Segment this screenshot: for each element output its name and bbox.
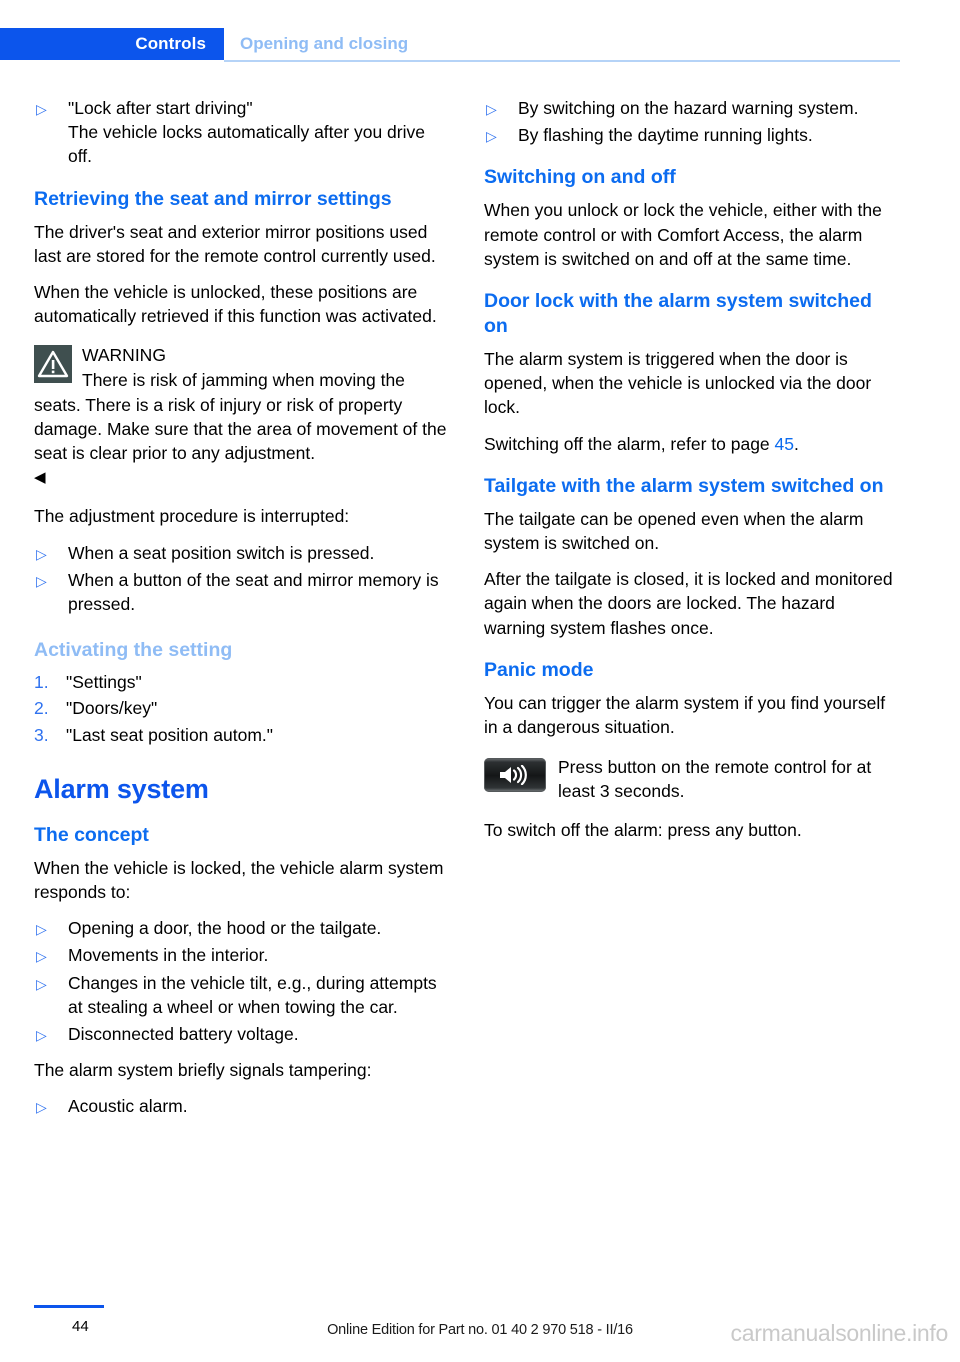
- speaker-sound-icon: [484, 758, 546, 793]
- header-tab-controls[interactable]: Controls: [0, 28, 224, 60]
- list-item-label: Changes in the vehicle tilt, e.g., durin…: [68, 972, 437, 1017]
- list-item-label: Disconnected battery voltage.: [68, 1024, 299, 1045]
- list-item: ▷ By switching on the hazard warning sys…: [484, 96, 897, 120]
- triangle-bullet-icon: ▷: [36, 101, 47, 117]
- watermark: carmanualsonline.info: [730, 1320, 949, 1346]
- step-number: 2.: [34, 698, 49, 719]
- doorlock-paragraph-1: The alarm system is triggered when the d…: [484, 349, 872, 418]
- triangle-bullet-icon: ▷: [36, 1099, 47, 1116]
- heading-activating-setting: Activating the setting: [34, 639, 233, 662]
- list-item-label: By switching on the hazard warning syste…: [518, 98, 859, 118]
- list-item: ▷ Movements in the interior.: [34, 943, 447, 967]
- list-item: ▷ Changes in the vehicle tilt, e.g., dur…: [34, 971, 447, 1019]
- triangle-bullet-icon: ▷: [36, 975, 47, 992]
- list-item-label: Acoustic alarm.: [68, 1096, 188, 1117]
- triangle-bullet-icon: ▷: [486, 128, 497, 145]
- step-number: 3.: [34, 724, 49, 745]
- triangle-bullet-icon: ▷: [36, 1027, 47, 1044]
- heading-tailgate-alarm: Tailgate with the alarm system switched …: [484, 474, 884, 497]
- list-item-label: "Lock after start driving": [68, 98, 253, 118]
- right-column: ▷ By switching on the hazard warning sys…: [484, 96, 897, 854]
- header-section-title: Opening and closing: [240, 34, 409, 53]
- header-divider: [224, 60, 900, 62]
- list-item: ▷ Opening a door, the hood or the tailga…: [34, 916, 447, 940]
- panic-paragraph-1: You can trigger the alarm system if you …: [484, 692, 886, 738]
- heading-alarm-system: Alarm system: [34, 773, 209, 804]
- step-number: 1.: [34, 672, 49, 693]
- heading-the-concept: The concept: [34, 823, 149, 846]
- triangle-bullet-icon: ▷: [36, 921, 47, 938]
- tailgate-paragraph-2: After the tailgate is closed, it is lock…: [484, 569, 893, 638]
- concept-bullet-list: ▷ Opening a door, the hood or the tailga…: [34, 916, 447, 1046]
- intro-bullet-list: ▷ "Lock after start driving": [34, 96, 447, 120]
- warning-text: There is risk of jamming when moving the…: [34, 370, 447, 464]
- list-item: 3. "Last seat position autom.": [34, 723, 447, 747]
- list-item-label: "Last seat position autom.": [66, 724, 273, 745]
- list-item: ▷ When a button of the seat and mirror m…: [34, 568, 447, 616]
- remote-instruction-text: Press button on the remote control for a…: [558, 757, 872, 802]
- doorlock-ref-post: .: [794, 433, 799, 454]
- page-header: Controls Opening and closing: [0, 28, 960, 62]
- list-item: 2. "Doors/key": [34, 696, 447, 720]
- warning-end-marker: ◀: [34, 469, 46, 487]
- footer-rule: [34, 1305, 104, 1308]
- intro-sub-text: The vehicle locks automatically after yo…: [68, 122, 425, 167]
- list-item: ▷ When a seat position switch is pressed…: [34, 541, 447, 565]
- header-tab-label: Controls: [135, 34, 206, 53]
- list-item-label: Movements in the interior.: [68, 945, 269, 966]
- heading-door-lock-alarm: Door lock with the alarm system switched…: [484, 290, 872, 338]
- panic-paragraph-2: To switch off the alarm: press any butto…: [484, 819, 802, 840]
- switching-paragraph: When you unlock or lock the vehicle, eit…: [484, 200, 882, 269]
- list-item-label: When a seat position switch is pressed.: [68, 542, 375, 563]
- list-item: ▷ Disconnected battery voltage.: [34, 1022, 447, 1046]
- interrupt-intro: The adjustment procedure is interrupted:: [34, 506, 350, 527]
- doorlock-ref-pre: Switching off the alarm, refer to page: [484, 433, 775, 454]
- list-item: ▷ "Lock after start driving": [34, 96, 447, 120]
- page-reference-link[interactable]: 45: [775, 434, 794, 454]
- heading-switching-on-off: Switching on and off: [484, 166, 676, 189]
- tampering-intro: The alarm system briefly signals tamperi…: [34, 1060, 372, 1081]
- doorlock-paragraph-2: Switching off the alarm, refer to page 4…: [484, 432, 897, 456]
- activating-steps-list: 1. "Settings" 2. "Doors/key" 3. "Last se…: [34, 670, 447, 747]
- warning-block: WARNING There is risk of jamming when mo…: [34, 342, 447, 490]
- remote-button-block: Press button on the remote control for a…: [484, 755, 897, 803]
- concept-intro: When the vehicle is locked, the vehicle …: [34, 857, 444, 903]
- list-item-label: By flashing the daytime running lights.: [518, 125, 813, 146]
- list-item: 1. "Settings": [34, 670, 447, 694]
- left-column: ▷ "Lock after start driving" The vehicle…: [34, 96, 447, 1131]
- list-item-label: Opening a door, the hood or the tailgate…: [68, 918, 382, 939]
- triangle-bullet-icon: ▷: [36, 545, 47, 562]
- retrieving-paragraph-2: When the vehicle is unlocked, these posi…: [34, 282, 437, 327]
- tailgate-paragraph-1: The tailgate can be opened even when the…: [484, 508, 864, 554]
- heading-panic-mode: Panic mode: [484, 658, 594, 681]
- triangle-bullet-icon: ▷: [486, 101, 497, 117]
- triangle-bullet-icon: ▷: [36, 572, 47, 589]
- interrupt-bullet-list: ▷ When a seat position switch is pressed…: [34, 541, 447, 617]
- warning-triangle-icon: [34, 345, 72, 384]
- warning-title: WARNING: [82, 345, 166, 366]
- heading-retrieving-settings: Retrieving the seat and mirror settings: [34, 187, 392, 210]
- list-item: ▷ By flashing the daytime running lights…: [484, 123, 897, 147]
- list-item-label: When a button of the seat and mirror mem…: [68, 569, 439, 615]
- list-item-label: "Doors/key": [66, 698, 158, 719]
- tampering-bullet-list: ▷ Acoustic alarm.: [34, 1094, 447, 1118]
- retrieving-paragraph-1: The driver's seat and exterior mirror po…: [34, 221, 436, 266]
- right-top-bullet-list: ▷ By switching on the hazard warning sys…: [484, 96, 897, 147]
- list-item-label: "Settings": [66, 672, 142, 693]
- list-item: ▷ Acoustic alarm.: [34, 1094, 447, 1118]
- triangle-bullet-icon: ▷: [36, 948, 47, 965]
